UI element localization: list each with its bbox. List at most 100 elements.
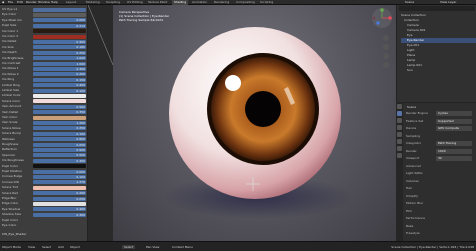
shader-param-field[interactable]: [33, 34, 86, 39]
output-tab-icon[interactable]: [397, 118, 402, 123]
property-row[interactable]: Viewport 32: [406, 156, 474, 161]
shader-param-field[interactable]: [33, 99, 86, 104]
outliner-item[interactable]: Camera: [401, 23, 476, 28]
shader-param-field[interactable]: 1.000: [33, 56, 86, 61]
tool-tab-icon[interactable]: [397, 104, 402, 109]
outliner-item[interactable]: Sun: [401, 68, 476, 73]
shader-param-label: Sclera Bump: [2, 131, 22, 136]
property-row[interactable]: Performance: [406, 216, 474, 221]
shader-param-field[interactable]: 0.000: [33, 169, 86, 174]
world-tab-icon[interactable]: [397, 139, 402, 144]
shader-param-field[interactable]: 1.000: [33, 61, 86, 66]
shader-param-field[interactable]: 0.300: [33, 212, 86, 217]
shader-param-row: Reflection 0.500: [2, 147, 86, 152]
3d-viewport[interactable]: Camera Perspective (1) Scene Collection …: [113, 5, 396, 241]
shader-param-field[interactable]: 0.400: [33, 39, 86, 44]
shader-param-row: Roughness 0.050: [2, 142, 86, 147]
shader-param-field[interactable]: 0.500: [33, 153, 86, 158]
property-value[interactable]: Supported: [436, 118, 472, 124]
outliner-item[interactable]: Plane: [401, 53, 476, 58]
shader-param-field[interactable]: 0.300: [33, 66, 86, 71]
shader-param-field[interactable]: [33, 93, 86, 98]
shader-param-label: Limbal Color: [2, 93, 21, 98]
shader-param-field[interactable]: [33, 185, 86, 190]
outliner-item[interactable]: Eye.001: [401, 43, 476, 48]
shader-param-field[interactable]: 0.500: [33, 104, 86, 109]
shader-param-field[interactable]: 1.376: [33, 180, 86, 185]
outliner-item[interactable]: Lamp.001: [401, 63, 476, 68]
property-row[interactable]: Feature Set Supported: [406, 118, 474, 124]
outliner-item[interactable]: Light: [401, 48, 476, 53]
shader-param-field[interactable]: 0.050: [33, 142, 86, 147]
property-row[interactable]: Simplify: [406, 194, 474, 199]
shader-param-field[interactable]: 0.100: [33, 174, 86, 179]
shader-param-field[interactable]: 0.250: [33, 126, 86, 131]
property-row[interactable]: Hair: [406, 186, 474, 191]
property-row[interactable]: Device GPU Compute: [406, 126, 474, 131]
shader-param-field[interactable]: [33, 218, 86, 223]
property-row[interactable]: Motion Blur: [406, 201, 474, 206]
object-mode-dropdown[interactable]: Object Mode: [2, 245, 21, 249]
shader-param-field[interactable]: 0.400: [33, 207, 86, 212]
property-value[interactable]: Path Tracing: [436, 141, 472, 146]
shader-param-field[interactable]: [33, 12, 86, 17]
scene-tab-icon[interactable]: [397, 132, 402, 137]
shader-param-field[interactable]: 0.200: [33, 191, 86, 196]
shader-param-field[interactable]: 0.400: [33, 83, 86, 88]
render-tab-icon[interactable]: [397, 111, 402, 116]
outliner-item[interactable]: Scene Collection: [401, 13, 475, 18]
outliner-item[interactable]: Camera.001: [401, 28, 476, 33]
property-row[interactable]: Render Engine Cycles: [406, 111, 474, 116]
shader-param-field[interactable]: 0.212: [33, 23, 86, 28]
menu-view[interactable]: View: [28, 245, 35, 249]
shader-param-field[interactable]: 0.300: [33, 158, 86, 163]
property-row[interactable]: Bake: [406, 224, 474, 229]
object-tab-icon[interactable]: [397, 146, 402, 151]
shader-param-field[interactable]: [33, 223, 86, 228]
shader-param-field[interactable]: [33, 115, 86, 120]
shader-param-row: Vein Detail 0.350: [2, 110, 86, 115]
shader-param-field[interactable]: 0.500: [33, 147, 86, 152]
shader-param-field[interactable]: 1.200: [33, 120, 86, 125]
outliner-item[interactable]: Eye.Render: [401, 38, 476, 43]
property-row[interactable]: Freestyle: [406, 231, 474, 236]
shader-param-field[interactable]: 0.150: [33, 77, 86, 82]
shader-param-field[interactable]: [33, 201, 86, 206]
shader-param-field[interactable]: 0.100: [33, 131, 86, 136]
shader-param-label: Eye Color: [2, 223, 17, 227]
menu-add[interactable]: Add: [58, 245, 64, 249]
shader-param-field[interactable]: [33, 7, 86, 12]
shader-param-field[interactable]: [33, 29, 86, 34]
shader-param-field[interactable]: 0.800: [33, 137, 86, 142]
property-value[interactable]: GPU Compute: [436, 126, 472, 131]
property-label: Device: [406, 126, 417, 130]
property-row[interactable]: Film: [406, 209, 474, 214]
shader-param-field[interactable]: 0.050: [33, 196, 86, 201]
shader-param-field[interactable]: [33, 164, 86, 169]
shader-param-field[interactable]: 0.100: [33, 88, 86, 93]
property-row[interactable]: Integrator Path Tracing: [406, 141, 474, 146]
property-row[interactable]: Render 1024: [406, 148, 474, 154]
property-row[interactable]: Light Paths: [406, 171, 474, 176]
shader-param-field[interactable]: 0.250: [33, 50, 86, 55]
property-value[interactable]: Cycles: [436, 111, 472, 116]
property-row[interactable]: Advanced: [406, 164, 474, 169]
property-value[interactable]: 1024: [436, 148, 472, 154]
outliner-item[interactable]: Eye: [401, 33, 476, 38]
view-layer-tab-icon[interactable]: [397, 125, 402, 130]
shader-param-field[interactable]: 0.350: [33, 110, 86, 115]
menu-object[interactable]: Object: [70, 245, 80, 249]
shader-param-field[interactable]: 0.180: [33, 45, 86, 50]
outliner-item[interactable]: Collection: [401, 18, 476, 23]
property-row[interactable]: Sampling: [406, 134, 474, 139]
material-tab-icon[interactable]: [397, 153, 402, 158]
shader-param-label: Sclera Color: [2, 98, 21, 103]
property-row[interactable]: Volumes: [406, 179, 474, 184]
shader-param-value: 0.050: [76, 196, 85, 201]
property-value[interactable]: 32: [436, 156, 472, 161]
menu-select[interactable]: Select: [42, 245, 51, 249]
outliner-search-input[interactable]: [399, 6, 475, 11]
shader-param-field[interactable]: 0.000: [33, 18, 86, 23]
outliner-item[interactable]: Lamp: [401, 58, 476, 63]
shader-param-field[interactable]: 0.200: [33, 72, 86, 77]
